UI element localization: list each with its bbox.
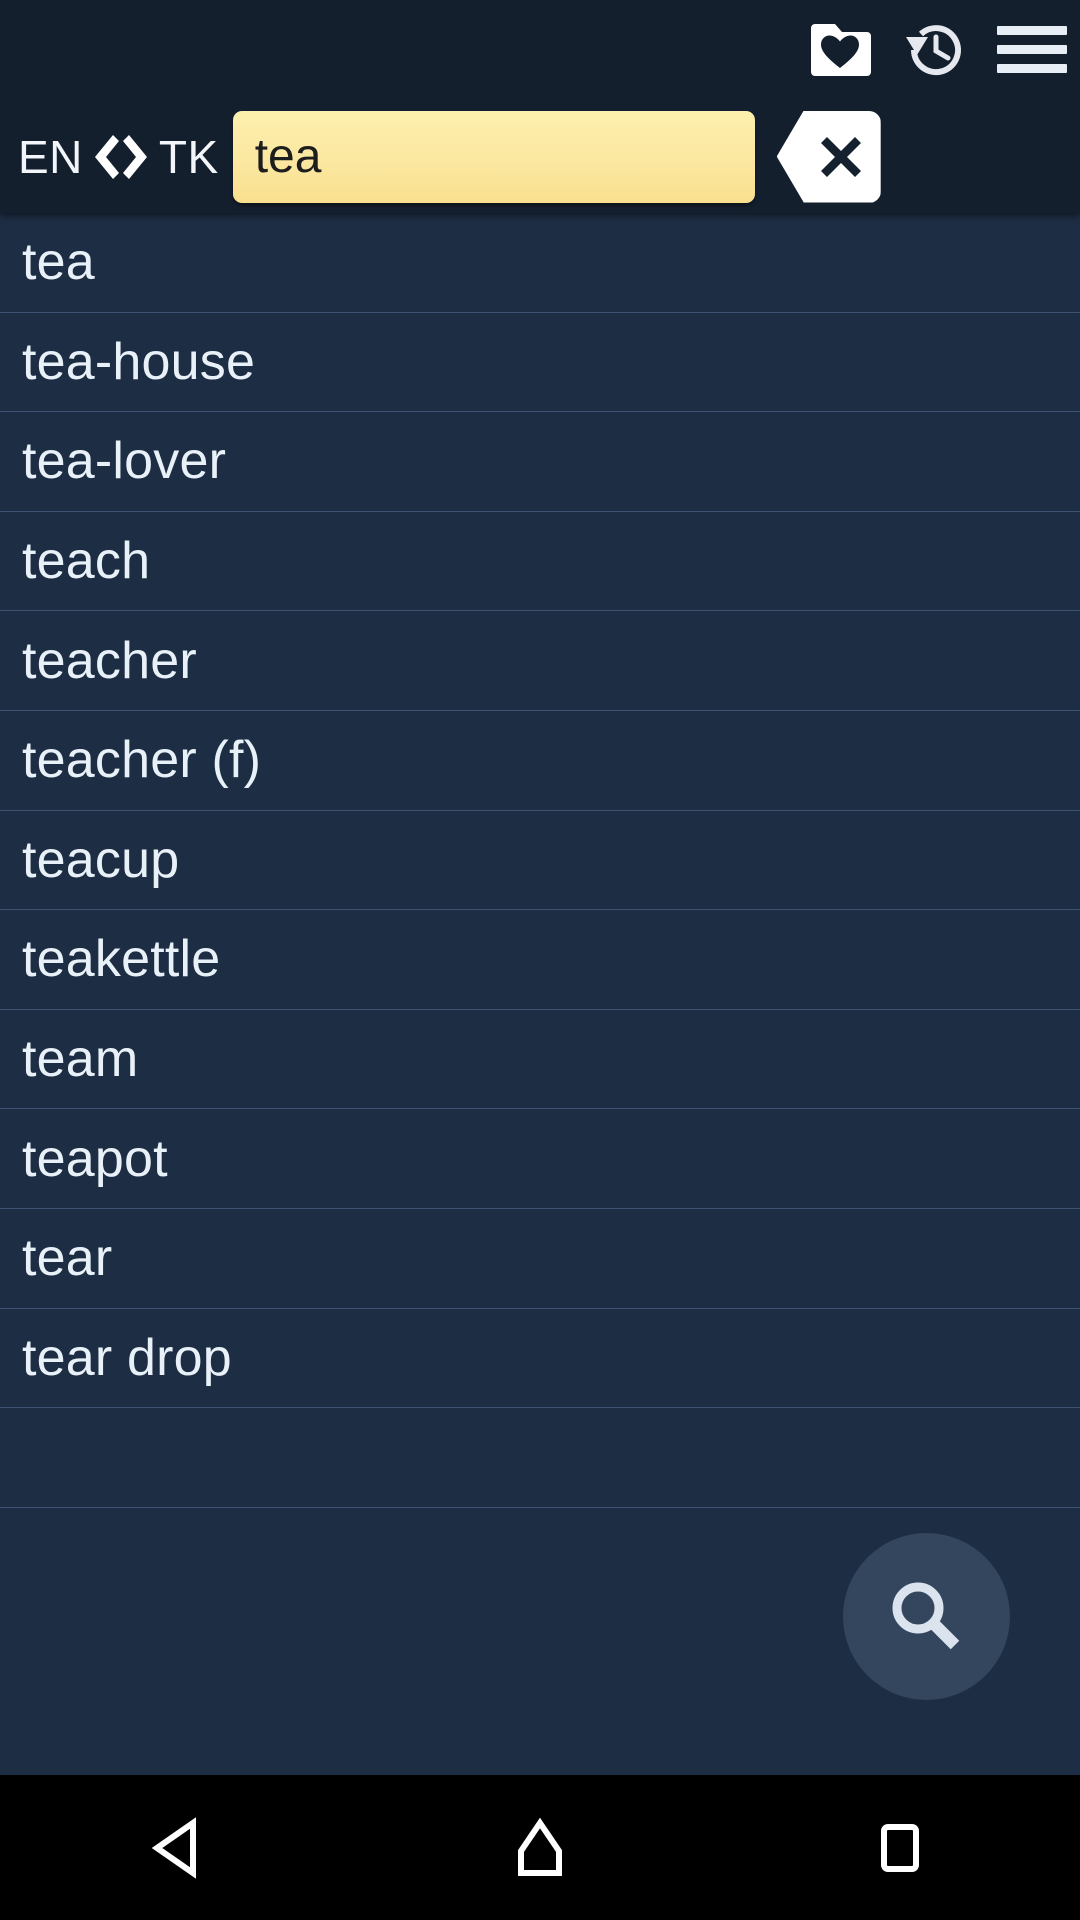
search-fab[interactable] [843,1533,1010,1700]
search-input[interactable] [232,110,755,203]
language-target-code: TK [158,130,219,183]
app-root: EN TK tea tea tea-house tea-lover teach … [0,0,1080,1920]
chevron-right-icon [122,134,147,179]
list-item-label: teakettle [22,930,221,989]
back-triangle-icon [151,1816,196,1879]
list-item[interactable]: teapot [0,1109,1080,1209]
list-item-label: tear [22,1229,113,1288]
language-switcher[interactable]: EN TK [0,100,219,213]
list-item-label: team [22,1030,139,1089]
list-item-label: tea [22,233,95,292]
list-item[interactable]: teakettle [0,910,1080,1010]
list-item-label: teacher [22,631,197,690]
nav-back[interactable] [0,1775,360,1920]
list-item[interactable]: teacup [0,811,1080,911]
list-item-label: teapot [22,1129,168,1188]
clear-search-button[interactable] [776,110,881,203]
android-navigation-bar [0,1775,1080,1920]
list-item[interactable]: tear [0,1209,1080,1309]
language-and-search-row: EN TK [0,100,1080,213]
list-item-label: tear drop [22,1328,232,1387]
chevron-left-icon [94,134,119,179]
search-icon [892,1582,959,1649]
list-item[interactable]: tea-lover [0,412,1080,512]
search-field-wrapper [232,110,755,203]
favorites-folder-icon[interactable] [792,2,888,98]
recents-square-icon [881,1823,919,1872]
app-header: EN TK [0,0,1080,213]
list-item[interactable]: teacher [0,611,1080,711]
list-item[interactable] [0,1408,1080,1508]
list-item[interactable]: teach [0,512,1080,612]
list-item-label: tea-lover [22,432,227,491]
list-item[interactable]: tear drop [0,1309,1080,1409]
language-swap-arrows [87,131,155,183]
list-item[interactable]: tea-house [0,313,1080,413]
menu-icon[interactable] [984,2,1080,98]
header-action-icons [792,0,1080,100]
list-item-label: teach [22,532,151,591]
nav-recents[interactable] [720,1775,1080,1920]
list-item-label: teacher (f) [22,731,262,790]
language-source-code: EN [18,130,83,183]
home-icon [518,1817,562,1876]
list-item[interactable]: team [0,1010,1080,1110]
list-item[interactable]: teacher (f) [0,711,1080,811]
list-item-label: tea-house [22,332,256,391]
list-item-label: teacup [22,830,180,889]
history-icon[interactable] [888,2,984,98]
close-icon [820,136,861,177]
nav-home[interactable] [360,1775,720,1920]
list-item[interactable]: tea [0,213,1080,313]
